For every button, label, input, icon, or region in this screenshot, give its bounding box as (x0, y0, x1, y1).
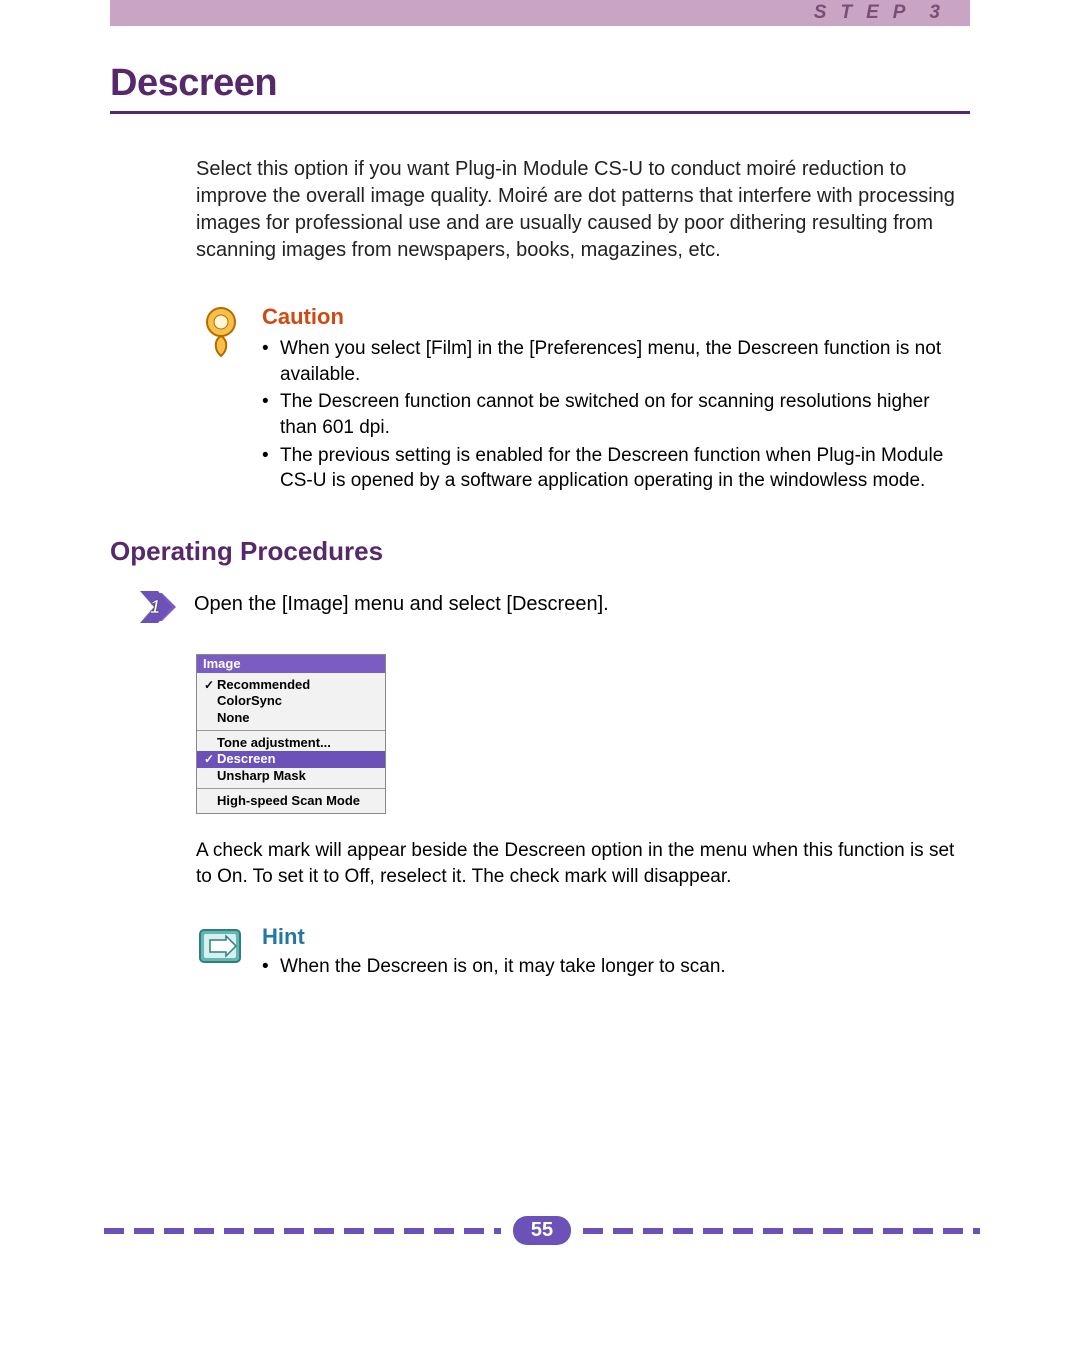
page-title: Descreen (110, 62, 970, 105)
menu-item: ✓Descreen (197, 751, 385, 767)
hint-callout: Hint When the Descreen is on, it may tak… (196, 924, 970, 982)
caution-item: The previous setting is enabled for the … (262, 443, 970, 494)
menu-item-label: None (217, 711, 250, 725)
header-bar: STEP 3 (110, 0, 970, 26)
menu-title: Image (197, 655, 385, 673)
check-icon: ✓ (201, 679, 217, 692)
page-footer: 55 (104, 1216, 980, 1245)
caution-item: When you select [Film] in the [Preferenc… (262, 336, 970, 387)
menu-item-label: High-speed Scan Mode (217, 794, 360, 808)
menu-item-label: Unsharp Mask (217, 769, 306, 783)
hint-heading: Hint (262, 924, 970, 950)
follow-paragraph: A check mark will appear beside the Desc… (196, 838, 960, 889)
menu-item-label: Tone adjustment... (217, 736, 331, 750)
caution-heading: Caution (262, 304, 970, 330)
hint-list: When the Descreen is on, it may take lon… (262, 954, 970, 980)
footer-dashes-right (583, 1228, 980, 1234)
caution-icon (196, 304, 246, 496)
step-row: 1 Open the [Image] menu and select [Desc… (138, 589, 970, 630)
image-menu-figure: Image ✓RecommendedColorSyncNoneTone adju… (196, 654, 386, 814)
step-word: STEP (814, 2, 920, 23)
page-number: 55 (513, 1216, 571, 1245)
caution-callout: Caution When you select [Film] in the [P… (196, 304, 970, 496)
intro-paragraph: Select this option if you want Plug-in M… (196, 156, 960, 264)
menu-item-label: ColorSync (217, 694, 282, 708)
step-number: 3 (929, 2, 940, 23)
menu-item: ✓Recommended (197, 677, 385, 693)
caution-list: When you select [Film] in the [Preferenc… (262, 336, 970, 494)
menu-item: High-speed Scan Mode (197, 793, 385, 809)
hint-icon (196, 924, 246, 982)
menu-item: Unsharp Mask (197, 768, 385, 784)
title-underline (110, 111, 970, 114)
menu-item: None (197, 710, 385, 726)
step-number-text: 1 (150, 597, 160, 617)
menu-item-label: Descreen (217, 752, 276, 766)
step-number-icon: 1 (138, 589, 180, 630)
section-heading: Operating Procedures (110, 536, 970, 567)
step-text: Open the [Image] menu and select [Descre… (194, 589, 609, 616)
step-label: STEP 3 (814, 0, 940, 26)
caution-item: The Descreen function cannot be switched… (262, 389, 970, 440)
check-icon: ✓ (201, 753, 217, 766)
footer-dashes-left (104, 1228, 501, 1234)
menu-item-label: Recommended (217, 678, 310, 692)
hint-item: When the Descreen is on, it may take lon… (262, 954, 970, 980)
menu-item: Tone adjustment... (197, 735, 385, 751)
menu-item: ColorSync (197, 693, 385, 709)
